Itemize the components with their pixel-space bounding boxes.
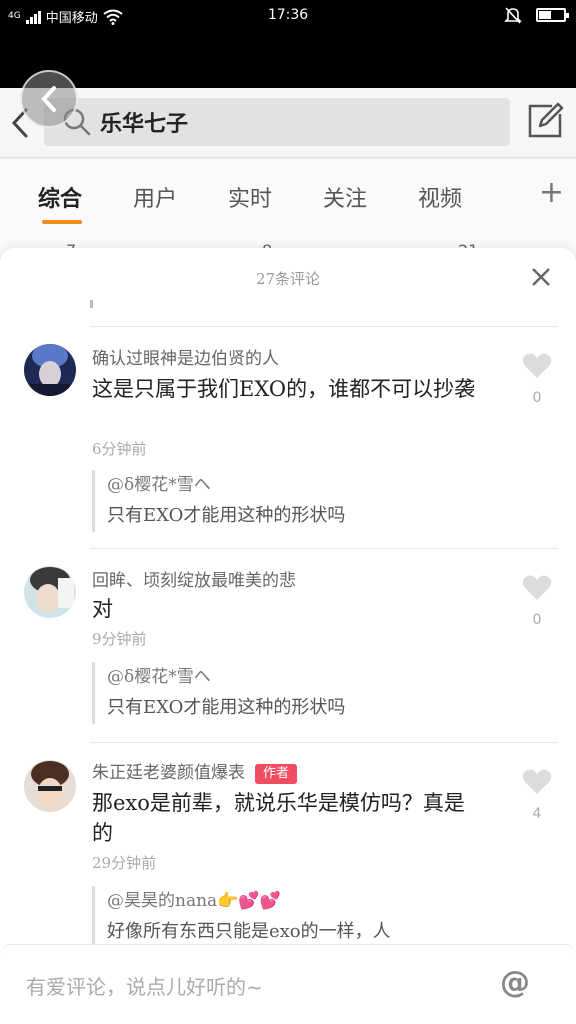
comment-username[interactable]: 确认过眼神是边伯贤的人	[92, 344, 279, 369]
comment-like-count: 0	[532, 612, 542, 628]
tab-video[interactable]: 视频	[418, 181, 462, 213]
top-band	[0, 34, 576, 88]
avatar[interactable]	[24, 566, 76, 618]
heart-icon[interactable]	[522, 574, 552, 602]
reply-text: 只有EXO才能用这种的形状吗	[107, 697, 346, 718]
tab-comprehensive[interactable]: 综合	[38, 181, 82, 213]
floating-back-button[interactable]	[20, 70, 78, 128]
comment-username-text[interactable]: 朱正廷老婆颜值爆表	[92, 763, 245, 783]
close-icon[interactable]	[530, 266, 552, 288]
mention-button[interactable]: @	[500, 965, 530, 1000]
comments-title: 27条评论	[255, 270, 321, 288]
comment-time: 6分钟前	[92, 440, 147, 458]
tabs-bar: 综合 用户 实时 关注 视频 +	[0, 159, 576, 231]
active-tab-indicator	[42, 220, 82, 224]
comment-input-placeholder[interactable]: 有爱评论，说点儿好听的~	[26, 971, 263, 1000]
comment-username[interactable]: 朱正廷老婆颜值爆表 作者	[92, 758, 298, 784]
tab-users[interactable]: 用户	[133, 181, 177, 213]
status-bar: 4G 中国移动 17:36	[0, 0, 576, 34]
tab-realtime[interactable]: 实时	[228, 181, 272, 213]
avatar[interactable]	[24, 760, 76, 812]
reply-text: 只有EXO才能用这种的形状吗	[107, 505, 346, 526]
search-box[interactable]: 乐华七子	[44, 98, 510, 146]
comment-text: 那exo是前辈，就说乐华是模仿吗？真是的	[92, 791, 465, 845]
divider	[90, 548, 558, 549]
battery-fill	[539, 11, 551, 19]
comment-text: 对	[92, 597, 113, 621]
comment-text: 这是只属于我们EXO的，谁都不可以抄袭	[92, 377, 476, 401]
comment-time: 29分钟前	[92, 854, 157, 872]
status-time: 17:36	[267, 7, 309, 23]
author-badge: 作者	[255, 763, 298, 784]
edit-icon[interactable]	[526, 102, 564, 140]
battery-icon	[536, 8, 569, 22]
divider	[90, 742, 558, 743]
search-query[interactable]: 乐华七子	[100, 106, 188, 138]
status-right	[504, 6, 569, 24]
divider	[90, 326, 558, 327]
quoted-reply[interactable]: @δ樱花*雪ヘ 只有EXO才能用这种的形状吗	[92, 470, 552, 532]
comment-time: 9分钟前	[92, 630, 147, 648]
heart-icon[interactable]	[522, 768, 552, 796]
avatar[interactable]	[24, 344, 76, 396]
comment-input-bar[interactable]: 有爱评论，说点儿好听的~ @	[0, 944, 576, 1024]
add-tab-button[interactable]: +	[539, 175, 564, 210]
comment-username[interactable]: 回眸、顷刻绽放最唯美的悲	[92, 566, 296, 591]
reply-username[interactable]: @δ樱花*雪ヘ	[107, 470, 552, 500]
comments-sheet: 27条评论 确认过眼神是边伯贤的人 这是只属于我们EXO的，谁都不可以抄袭 6分…	[0, 248, 576, 1024]
mute-bell-icon	[504, 7, 522, 24]
comment-like-count: 0	[532, 390, 542, 406]
comment-like-count: 4	[532, 806, 542, 822]
tab-following[interactable]: 关注	[323, 181, 367, 213]
heart-icon[interactable]	[522, 352, 552, 380]
previous-reply-edge	[90, 300, 93, 308]
quoted-reply[interactable]: @δ樱花*雪ヘ 只有EXO才能用这种的形状吗	[92, 662, 552, 724]
chevron-left-icon	[41, 86, 56, 112]
search-header: 乐华七子	[0, 88, 576, 158]
reply-username[interactable]: @昊昊的nana👉💕💕	[107, 886, 552, 916]
reply-username[interactable]: @δ樱花*雪ヘ	[107, 662, 552, 692]
quoted-reply[interactable]: @昊昊的nana👉💕💕 好像所有东西只能是exo的一样，人	[92, 886, 552, 948]
